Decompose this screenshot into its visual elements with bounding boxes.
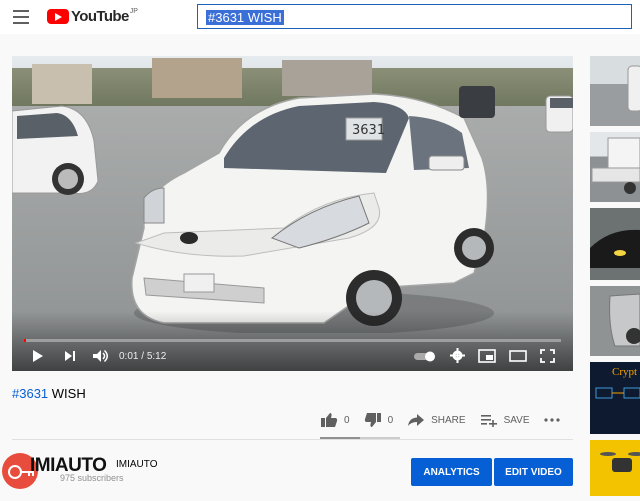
dislike-button[interactable]: 0 <box>364 412 394 428</box>
related-thumb-diagram <box>595 387 640 399</box>
time-display: 0:01 / 5:12 <box>119 351 167 362</box>
fullscreen-icon[interactable] <box>540 349 555 366</box>
save-button[interactable]: SAVE <box>480 413 530 427</box>
search-input[interactable]: #3631 WISH <box>197 4 632 29</box>
more-actions-button[interactable] <box>543 417 566 423</box>
youtube-logo[interactable]: YouTube JP <box>47 7 138 27</box>
like-button[interactable]: 0 <box>320 412 350 428</box>
related-video-thumbnail[interactable] <box>590 440 640 496</box>
related-video-thumbnail[interactable] <box>590 56 640 126</box>
play-icon[interactable] <box>32 349 44 366</box>
share-button[interactable]: SHARE <box>407 413 466 427</box>
next-icon[interactable] <box>64 349 77 366</box>
plate-text: 3631 <box>352 123 385 138</box>
channel-name[interactable]: IMIAUTO <box>116 459 157 470</box>
masthead: YouTube JP #3631 WISH <box>0 0 640 34</box>
share-icon <box>408 414 425 426</box>
video-player[interactable]: 3631 0:01 / 5:12 <box>12 56 573 371</box>
related-thumb-truck <box>591 137 640 194</box>
settings-gear-icon[interactable] <box>450 348 465 366</box>
related-thumb-silvercar <box>609 293 640 347</box>
hamburger-menu-icon[interactable] <box>13 10 29 24</box>
analytics-button[interactable]: ANALYTICS <box>411 458 492 486</box>
divider <box>12 439 573 440</box>
related-video-thumbnail[interactable] <box>590 132 640 202</box>
autoplay-toggle-icon[interactable] <box>413 351 437 365</box>
thumbs-up-icon <box>321 413 338 427</box>
thumbs-down-icon <box>364 413 381 427</box>
video-frame-main-car: 3631 <box>131 93 494 333</box>
play-logo-icon <box>47 9 69 24</box>
logo-text: YouTube <box>71 8 129 25</box>
volume-icon[interactable] <box>92 349 110 366</box>
video-frame-building <box>32 64 92 104</box>
playlist-add-icon <box>480 415 497 427</box>
title-hashtag-link[interactable]: #3631 <box>12 386 48 401</box>
player-controls: 0:01 / 5:12 <box>12 343 573 371</box>
miniplayer-icon[interactable] <box>478 349 496 366</box>
related-video-thumbnail[interactable] <box>590 208 640 280</box>
video-actions: 0 0 SHARE SAVE <box>320 410 580 430</box>
video-frame-side-car <box>12 105 99 195</box>
logo-country: JP <box>129 8 138 15</box>
progress-bar-fill <box>24 339 26 342</box>
subscriber-count: 975 subscribers <box>60 473 124 483</box>
video-title: #3631 WISH <box>12 386 86 401</box>
related-thumb-sportscar <box>590 229 640 268</box>
more-horizontal-icon <box>543 418 560 422</box>
title-text: WISH <box>48 386 86 401</box>
dislike-count: 0 <box>387 414 394 426</box>
related-thumb-car <box>627 65 640 112</box>
related-video-thumbnail[interactable]: Crypt <box>590 362 640 434</box>
video-frame-dark-car <box>459 86 495 118</box>
save-label: SAVE <box>503 414 530 426</box>
edit-video-button[interactable]: EDIT VIDEO <box>494 458 573 486</box>
search-input-value: #3631 WISH <box>206 10 284 25</box>
related-thumb-drone <box>600 452 640 472</box>
related-video-thumbnail[interactable] <box>590 286 640 356</box>
theater-mode-icon[interactable] <box>509 350 527 365</box>
progress-bar[interactable] <box>24 339 561 342</box>
like-count: 0 <box>344 414 350 426</box>
share-label: SHARE <box>431 414 466 426</box>
video-frame-right-car <box>545 95 573 133</box>
